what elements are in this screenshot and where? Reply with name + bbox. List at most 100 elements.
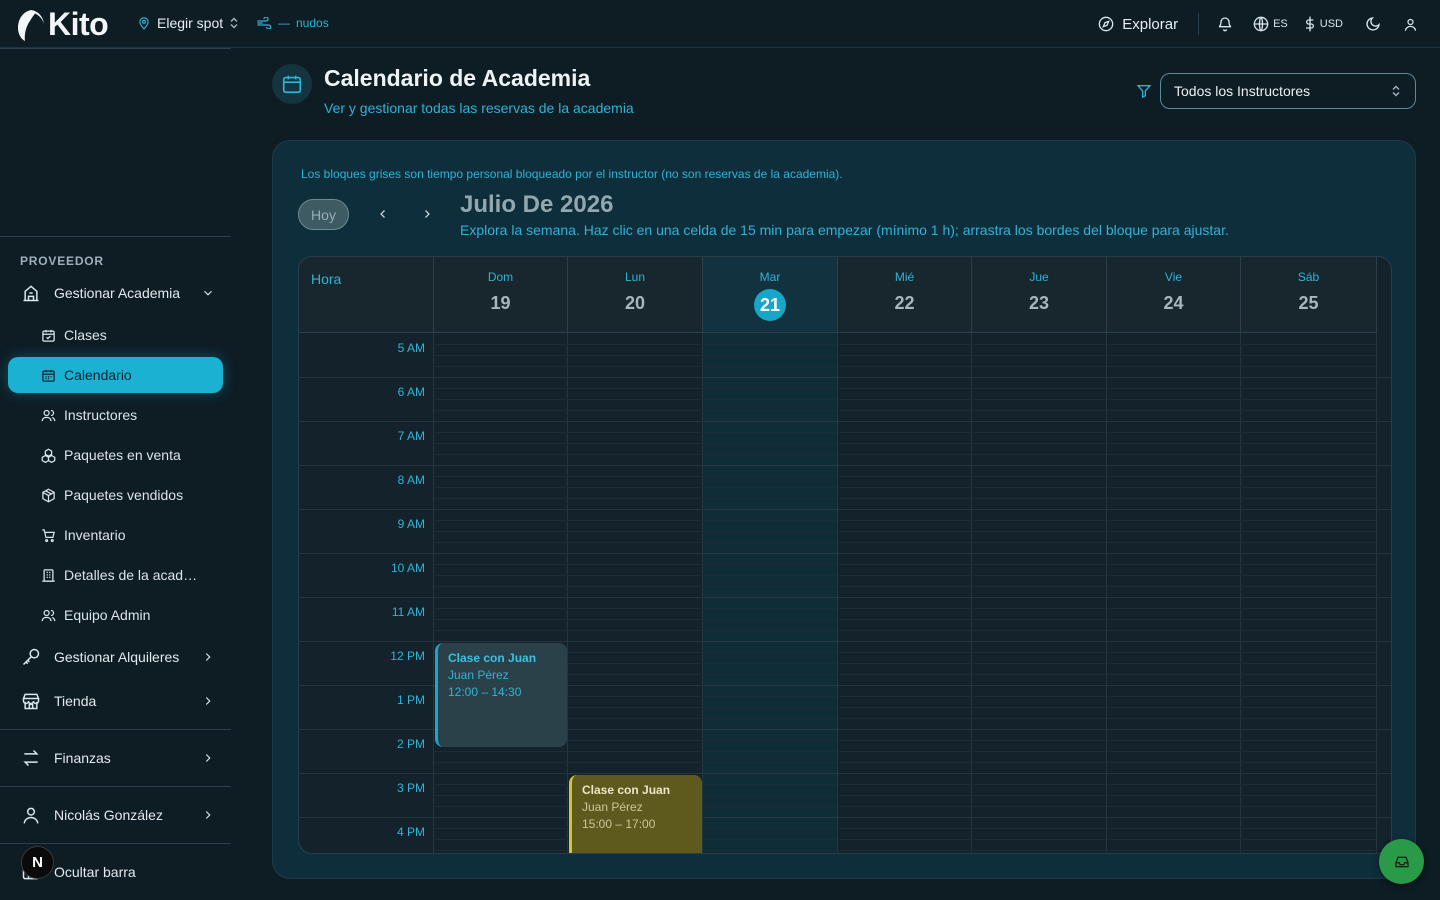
day-name: Sáb — [1297, 270, 1320, 284]
sidebar-item-calendar[interactable]: Calendario — [8, 357, 223, 393]
box-icon — [41, 488, 55, 502]
day-column-today[interactable] — [703, 333, 838, 853]
hour-label: 5 AM — [397, 341, 425, 355]
wind-indicator: — nudos — [256, 16, 329, 30]
chevron-right-icon — [205, 754, 211, 762]
explore-button[interactable]: Explorar — [1098, 13, 1200, 35]
divider — [0, 786, 231, 787]
sidebar-item-admin-team[interactable]: Equipo Admin — [8, 597, 223, 633]
day-header-tue[interactable]: Mar 21 — [703, 257, 838, 333]
hour-line — [299, 421, 1391, 422]
sidebar-item-label: Paquetes vendidos — [64, 487, 184, 503]
sidebar-item-classes[interactable]: Clases — [8, 317, 223, 353]
wind-icon — [257, 17, 272, 29]
chevron-right-icon — [205, 811, 211, 819]
wind-unit: nudos — [296, 16, 329, 30]
divider — [0, 729, 231, 730]
hour-label: 4 PM — [396, 825, 425, 839]
day-number: 20 — [624, 293, 646, 313]
quarter-hour-line — [434, 575, 1377, 576]
notifications-button[interactable] — [1217, 16, 1233, 32]
filter-icon — [1136, 85, 1152, 99]
sidebar-item-label: Nicolás González — [54, 807, 163, 823]
event-title: Clase con Juan — [448, 651, 537, 665]
sidebar-item-shop[interactable]: Tienda — [8, 683, 223, 719]
spot-selector[interactable]: Elegir spot — [137, 15, 239, 31]
chevron-left-icon[interactable] — [377, 208, 389, 220]
day-header-thu[interactable]: Jue 23 — [972, 257, 1107, 333]
packages-icon — [41, 448, 55, 463]
day-number: 25 — [1298, 293, 1319, 313]
sidebar-item-rentals[interactable]: Gestionar Alquileres — [8, 639, 223, 675]
event-time: 12:00 – 14:30 — [448, 685, 522, 699]
day-number: 22 — [894, 293, 915, 313]
sidebar-item-user[interactable]: Nicolás González — [8, 797, 223, 833]
divider — [0, 843, 231, 844]
day-column[interactable] — [1107, 333, 1241, 853]
avatar[interactable]: N — [21, 846, 54, 879]
day-column[interactable] — [972, 333, 1107, 853]
day-header-sat[interactable]: Sáb 25 — [1241, 257, 1377, 333]
sidebar-item-label: Equipo Admin — [64, 607, 151, 623]
quarter-hour-line — [434, 608, 1377, 609]
quarter-hour-line — [434, 498, 1377, 499]
day-header-fri[interactable]: Vie 24 — [1107, 257, 1241, 333]
moon-icon — [1366, 17, 1380, 31]
sidebar-item-inventory[interactable]: Inventario — [8, 517, 223, 553]
day-header-sun[interactable]: Dom 19 — [434, 257, 568, 333]
day-name: Lun — [624, 270, 646, 284]
event-title: Clase con Juan — [582, 783, 671, 797]
sidebar-item-label: Tienda — [54, 693, 97, 709]
inbox-button[interactable] — [1379, 839, 1424, 884]
sidebar-item-academy-details[interactable]: Detalles de la academia — [8, 557, 223, 593]
day-column[interactable] — [1241, 333, 1377, 853]
sidebar-item-manage-academy[interactable]: Gestionar Academia — [8, 275, 223, 311]
hour-label: 11 AM — [391, 605, 425, 619]
day-column[interactable] — [838, 333, 972, 853]
chevron-right-icon[interactable] — [421, 208, 433, 220]
sidebar-item-label: Gestionar Academia — [54, 285, 181, 301]
sidebar-item-packages-sold[interactable]: Paquetes vendidos — [8, 477, 223, 513]
day-header-wed[interactable]: Mié 22 — [838, 257, 972, 333]
sidebar: PROVEEDOR Gestionar Academia Clases Cale… — [0, 48, 231, 900]
theme-toggle[interactable] — [1365, 16, 1381, 32]
kite-icon — [18, 9, 44, 41]
sidebar-item-label: Ocultar barra — [54, 864, 136, 880]
month-title: Julio De 2026 — [460, 191, 614, 218]
divider — [0, 236, 231, 237]
sidebar-item-instructors[interactable]: Instructores — [8, 397, 223, 433]
top-bar: Kito Elegir spot — nudos Explorar ES USD — [0, 0, 1440, 48]
hour-line — [299, 817, 1391, 818]
booking-event[interactable]: Clase con Juan Juan Pérez 15:00 – 17:00 — [569, 775, 702, 853]
day-column[interactable] — [434, 333, 568, 853]
store-icon — [22, 693, 40, 710]
language-label: ES — [1273, 18, 1288, 30]
hour-line — [299, 773, 1391, 774]
sidebar-item-finance[interactable]: Finanzas — [8, 740, 223, 776]
instructor-filter-value: Todos los Instructores — [1174, 83, 1311, 99]
quarter-hour-line — [434, 531, 1377, 532]
quarter-hour-line — [434, 432, 1377, 433]
building-icon — [41, 568, 55, 582]
users-icon — [41, 409, 55, 421]
day-number: 23 — [1028, 293, 1050, 313]
time-column — [299, 333, 434, 853]
instructor-filter-select[interactable]: Todos los Instructores — [1160, 73, 1416, 109]
today-button[interactable]: Hoy — [298, 199, 349, 230]
language-selector[interactable]: ES — [1253, 16, 1288, 32]
kito-logo[interactable]: Kito — [16, 6, 109, 43]
day-name: Mié — [894, 270, 915, 284]
quarter-hour-line — [434, 476, 1377, 477]
academy-icon — [23, 285, 39, 302]
booking-event[interactable]: Clase con Juan Juan Pérez 12:00 – 14:30 — [435, 643, 567, 747]
user-button[interactable] — [1403, 17, 1418, 32]
hour-line — [299, 641, 1391, 642]
sidebar-item-label: Finanzas — [54, 750, 111, 766]
quarter-hour-line — [434, 663, 1377, 664]
quarter-hour-line — [434, 487, 1377, 488]
currency-selector[interactable]: USD — [1304, 16, 1343, 32]
globe-icon — [1253, 16, 1269, 32]
calendar-icon — [282, 75, 302, 94]
sidebar-item-packages-for-sale[interactable]: Paquetes en venta — [8, 437, 223, 473]
day-header-mon[interactable]: Lun 20 — [568, 257, 703, 333]
